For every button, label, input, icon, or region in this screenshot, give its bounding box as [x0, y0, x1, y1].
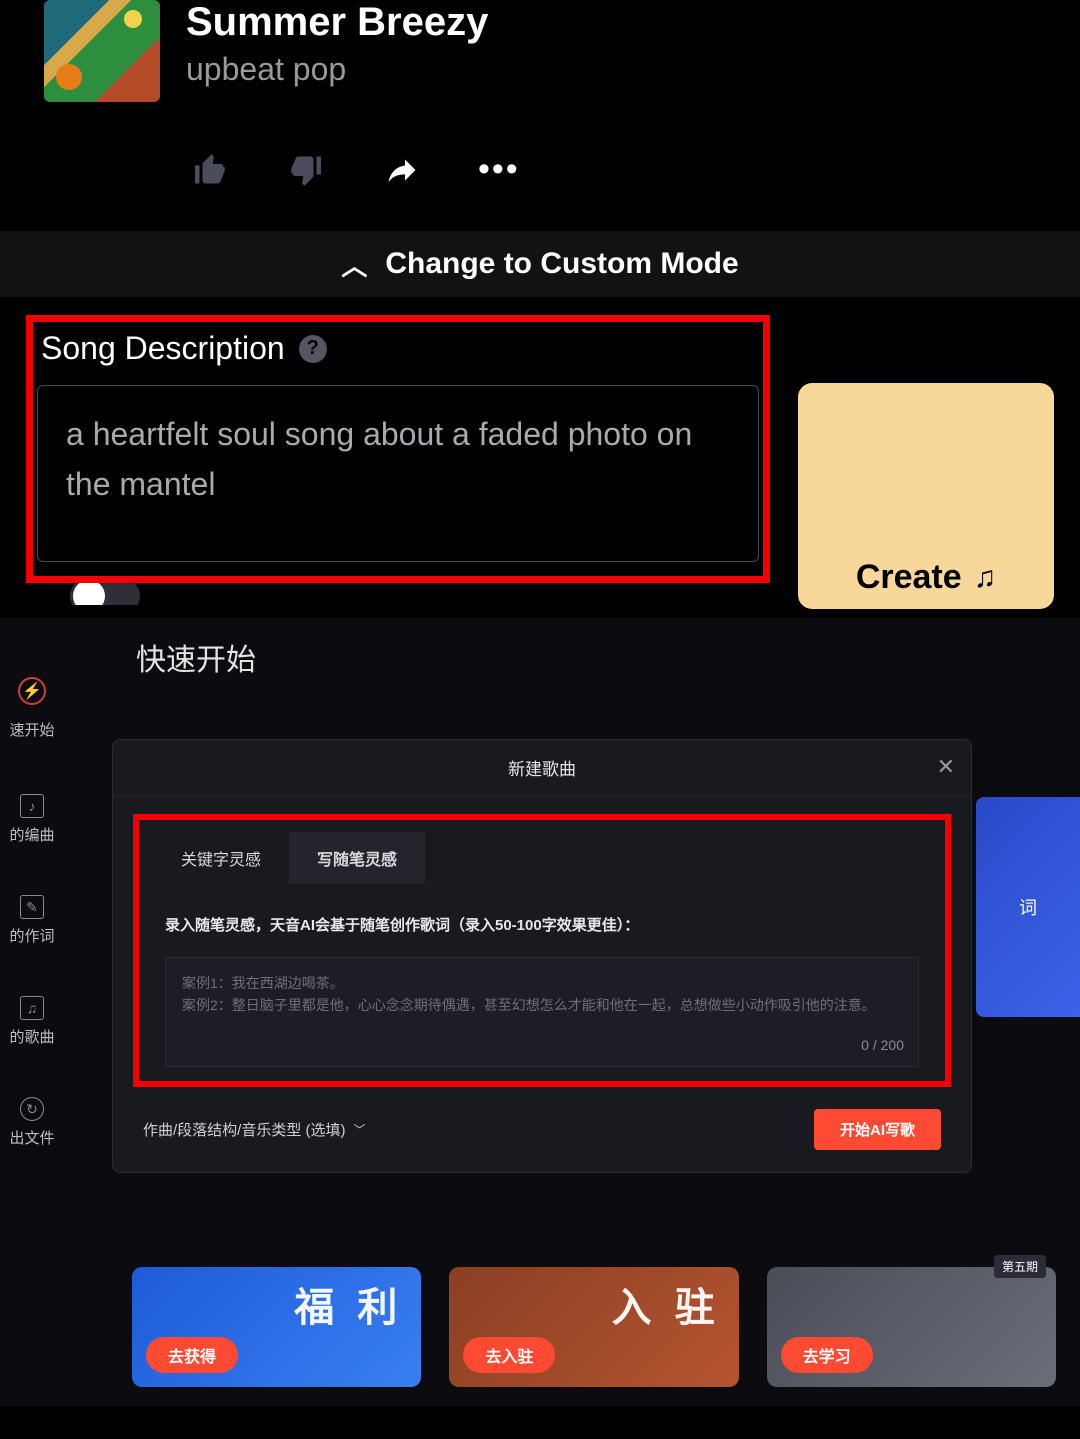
bolt-icon[interactable]: ⚡ [18, 677, 46, 705]
new-song-modal: 新建歌曲 ✕ 关键字灵感 写随笔灵感 录入随笔灵感，天音AI会基于随笔创作歌词（… [112, 739, 972, 1173]
instrumental-toggle[interactable] [70, 583, 140, 605]
song-description-region: Song Description ? a heartfelt soul song… [0, 297, 1080, 617]
tab-freewrite[interactable]: 写随笔灵感 [289, 832, 425, 884]
sidebar-item-quick[interactable]: 速开始 [0, 719, 64, 740]
inspiration-input[interactable]: 案例1：我在西湖边喝茶。 案例2：整日脑子里都是他，心心念念期待偶遇，甚至幻想怎… [165, 957, 919, 1067]
album-art[interactable] [44, 0, 160, 102]
right-peek-card[interactable]: 词 [976, 797, 1080, 1017]
chevron-up-icon: ︿ [341, 246, 367, 283]
highlight-box-modal: 关键字灵感 写随笔灵感 录入随笔灵感，天音AI会基于随笔创作歌词（录入50-10… [133, 814, 951, 1087]
sidebar-item-lyrics[interactable]: ✎ 的作词 [0, 895, 64, 946]
more-icon[interactable]: ••• [478, 150, 520, 189]
promo-btn-join[interactable]: 去入驻 [463, 1337, 555, 1373]
create-card[interactable]: Create ♫ [798, 383, 1054, 609]
promo-card-join[interactable]: 入 驻 去入驻 [449, 1267, 738, 1387]
promo-badge: 第五期 [994, 1255, 1046, 1278]
sidebar-item-compose[interactable]: ♪ 的编曲 [0, 794, 64, 845]
help-icon[interactable]: ? [299, 335, 327, 363]
track-meta: Summer Breezy upbeat pop [186, 0, 488, 88]
example-1: 案例1：我在西湖边喝茶。 [182, 972, 902, 994]
promo-btn-get[interactable]: 去获得 [146, 1337, 238, 1373]
promo-card-learn[interactable]: 第五期 去学习 [767, 1267, 1056, 1387]
modal-header: 新建歌曲 ✕ [113, 740, 971, 796]
song-description-label: Song Description [41, 330, 285, 367]
promo-big-text: 福 利 [294, 1275, 403, 1333]
export-icon: ↻ [20, 1097, 44, 1121]
tab-keyword[interactable]: 关键字灵感 [153, 832, 289, 884]
share-icon[interactable] [382, 152, 422, 188]
track-actions: ••• [0, 122, 1080, 231]
mode-bar-label: Change to Custom Mode [385, 247, 738, 281]
track-title: Summer Breezy [186, 0, 488, 45]
promo-btn-learn[interactable]: 去学习 [781, 1337, 873, 1373]
instrumental-row [26, 583, 770, 605]
promo-cards: 福 利 去获得 入 驻 去入驻 第五期 去学习 [132, 1267, 1056, 1387]
compose-icon: ♪ [20, 794, 44, 818]
promo-card-benefits[interactable]: 福 利 去获得 [132, 1267, 421, 1387]
song-description-input[interactable]: a heartfelt soul song about a faded phot… [37, 385, 759, 562]
advanced-options[interactable]: 作曲/段落结构/音乐类型 (选填) ﹀ [143, 1119, 366, 1140]
sidebar-item-songs[interactable]: ♫ 的歌曲 [0, 996, 64, 1047]
sidebar: ⚡ 速开始 ♪ 的编曲 ✎ 的作词 ♫ 的歌曲 ↻ 出文件 [0, 677, 64, 1148]
quick-start-title: 快速开始 [136, 635, 256, 679]
sidebar-item-export[interactable]: ↻ 出文件 [0, 1097, 64, 1148]
modal-footer: 作曲/段落结构/音乐类型 (选填) ﹀ 开始AI写歌 [113, 1087, 971, 1150]
custom-mode-toggle[interactable]: ︿ Change to Custom Mode [0, 231, 1080, 297]
thumbs-down-icon[interactable] [286, 152, 326, 188]
bottom-music-app: 快速开始 ⚡ 速开始 ♪ 的编曲 ✎ 的作词 ♫ 的歌曲 ↻ 出文件 词 新建 [0, 617, 1080, 1407]
inspiration-tabs: 关键字灵感 写随笔灵感 [139, 820, 945, 884]
close-icon[interactable]: ✕ [937, 754, 955, 780]
top-music-app: Summer Breezy upbeat pop ••• ︿ Change to… [0, 0, 1080, 617]
example-2: 案例2：整日脑子里都是他，心心念念期待偶遇，甚至幻想怎么才能和他在一起，总想做些… [182, 994, 902, 1016]
create-label: Create [856, 558, 962, 597]
track-genre: upbeat pop [186, 51, 488, 88]
track-row: Summer Breezy upbeat pop [0, 0, 1080, 122]
promo-big-text: 入 驻 [612, 1275, 721, 1333]
modal-title: 新建歌曲 [508, 755, 576, 780]
prompt-instructions: 录入随笔灵感，天音AI会基于随笔创作歌词（录入50-100字效果更佳）： [139, 884, 945, 949]
songs-icon: ♫ [20, 996, 44, 1020]
music-note-icon: ♫ [974, 561, 997, 595]
lyrics-icon: ✎ [20, 895, 44, 919]
char-counter: 0 / 200 [861, 1034, 904, 1056]
chevron-down-icon: ﹀ [354, 1121, 366, 1138]
start-ai-button[interactable]: 开始AI写歌 [814, 1109, 941, 1150]
thumbs-up-icon[interactable] [190, 152, 230, 188]
highlight-box-description: Song Description ? a heartfelt soul song… [26, 315, 770, 583]
